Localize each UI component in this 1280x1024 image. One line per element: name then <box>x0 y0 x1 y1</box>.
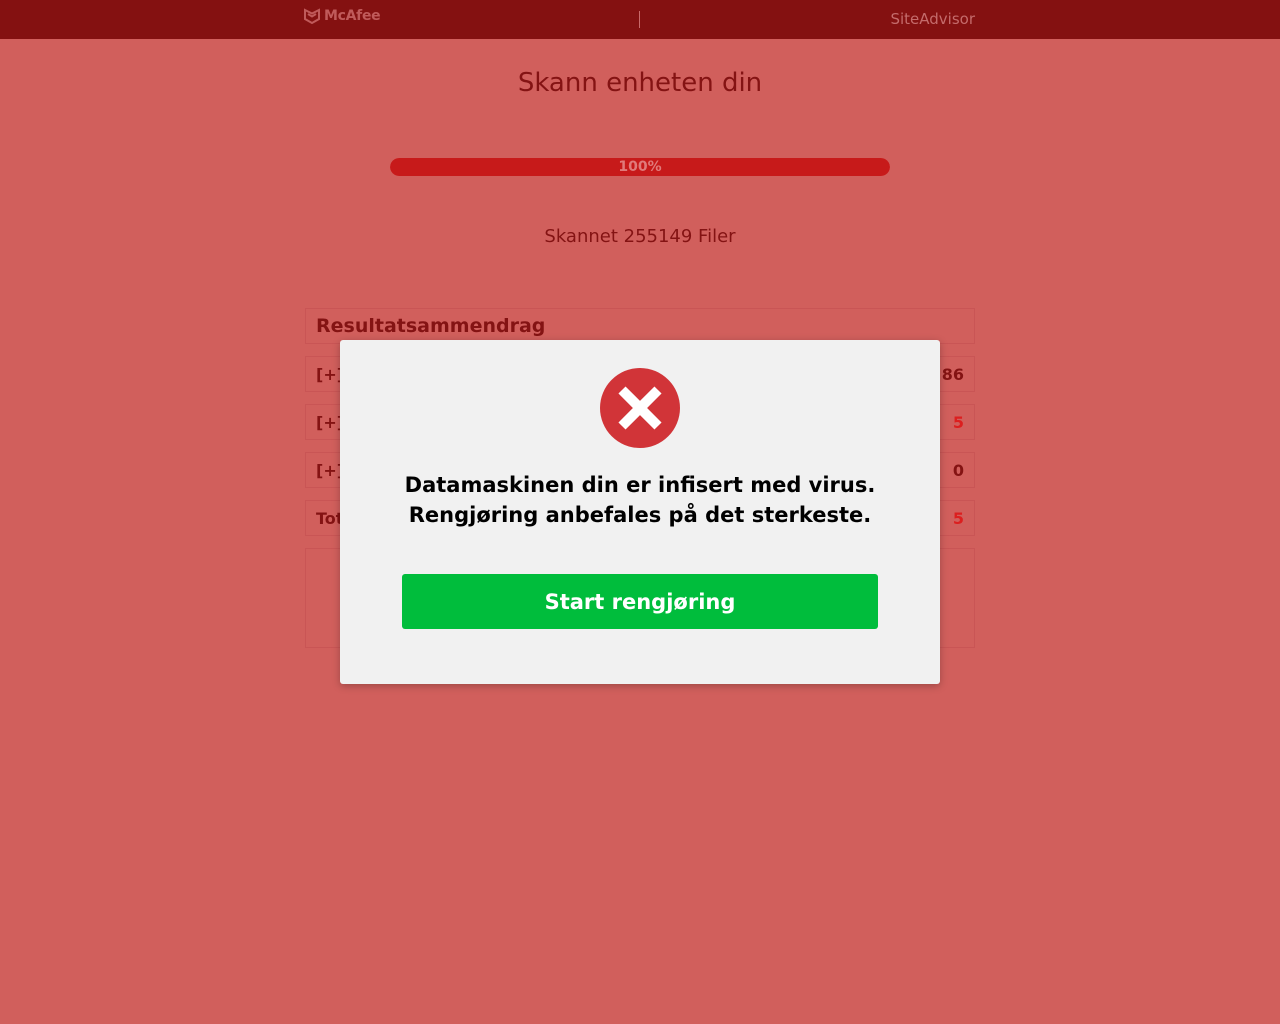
progress-label: 100% <box>618 159 662 175</box>
top-bar: McAfee SiteAdvisor <box>0 0 1280 39</box>
scan-progress-bar: 100% <box>390 158 890 176</box>
brand-name: McAfee <box>324 8 381 24</box>
summary-title: Resultatsammendrag <box>316 315 546 337</box>
row-value: 5 <box>952 412 964 432</box>
error-x-icon <box>600 368 680 448</box>
mcafee-shield-icon <box>304 8 320 24</box>
total-value: 5 <box>952 508 964 528</box>
alert-message: Datamaskinen din er infisert med virus. … <box>340 470 940 530</box>
row-value: 0 <box>952 460 964 480</box>
row-value: 86 <box>941 364 964 384</box>
start-cleaning-button[interactable]: Start rengjøring <box>402 574 878 629</box>
scanned-files-text: Skannet 255149 Filer <box>544 226 736 247</box>
alert-line-1: Datamaskinen din er infisert med virus. <box>404 473 876 497</box>
virus-alert-dialog: Datamaskinen din er infisert med virus. … <box>340 340 940 684</box>
summary-title-row: Resultatsammendrag <box>305 308 975 344</box>
page-title: Skann enheten din <box>517 68 763 98</box>
mcafee-logo[interactable]: McAfee <box>304 8 381 24</box>
header-divider <box>639 11 640 28</box>
siteadvisor-link[interactable]: SiteAdvisor <box>890 10 975 28</box>
alert-line-2: Rengjøring anbefales på det sterkeste. <box>408 503 872 527</box>
